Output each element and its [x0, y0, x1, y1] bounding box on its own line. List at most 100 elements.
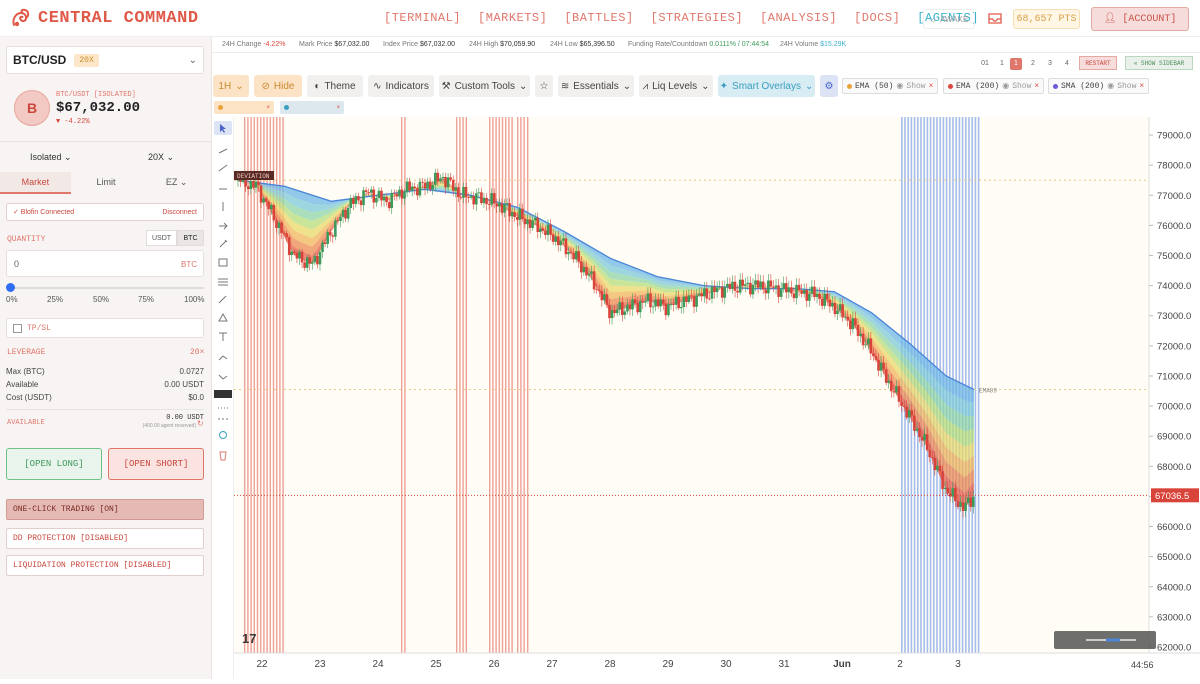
account-label: [ACCOUNT]	[1122, 13, 1177, 25]
candle-body	[400, 189, 404, 199]
arrow-tool-icon[interactable]	[214, 220, 232, 232]
awake-toggle[interactable]: ☼ AWAKE	[923, 9, 975, 29]
nav-terminal[interactable]: [TERMINAL]	[384, 11, 461, 25]
indicator-chip-ema50[interactable]: EMA (50) ◉ Show ×	[842, 78, 939, 94]
overlay-chip-blue[interactable]: ×	[280, 101, 344, 114]
restart-button[interactable]: RESTART	[1079, 56, 1117, 70]
dashed-line-tool-icon[interactable]	[214, 414, 232, 422]
indicators-button[interactable]: ∿ Indicators	[368, 75, 434, 97]
horizontal-line-tool-icon[interactable]	[214, 183, 232, 195]
show-sidebar-button[interactable]: « SHOW SIDEBAR	[1125, 56, 1193, 70]
brush-tool-icon[interactable]	[214, 293, 232, 305]
chart-canvas[interactable]: DEVIATION EMA89 79000.0 78000.0 77000.0 76000…	[234, 117, 1200, 679]
brand-logo[interactable]: CENTRAL COMMAND	[10, 7, 199, 29]
one-click-trading-toggle[interactable]: ONE-CLICK TRADING [ON]	[6, 499, 204, 520]
eye-icon[interactable]: ◉	[896, 81, 903, 91]
pct-0[interactable]: 0%	[6, 295, 18, 304]
pct-100[interactable]: 100%	[184, 295, 204, 304]
pct-50[interactable]: 50%	[93, 295, 109, 304]
candle-body	[351, 198, 355, 204]
tab-market[interactable]: Market	[0, 172, 71, 194]
account-button[interactable]: 👤︎ [ACCOUNT]	[1091, 7, 1189, 31]
close-icon[interactable]: ×	[336, 105, 340, 111]
open-long-button[interactable]: [OPEN LONG]	[6, 448, 102, 480]
brand-name: CENTRAL COMMAND	[38, 8, 199, 28]
margin-mode-select[interactable]: Isolated ⌄	[30, 152, 72, 163]
nav-battles[interactable]: [BATTLES]	[564, 11, 633, 25]
eye-icon[interactable]: ◉	[1002, 81, 1009, 91]
rectangle-tool-icon[interactable]	[214, 256, 232, 268]
triangle-tool-icon[interactable]	[214, 311, 232, 323]
unit-btc[interactable]: BTC	[177, 230, 204, 246]
leverage-select[interactable]: 20X ⌄	[148, 152, 174, 163]
tab-ez[interactable]: EZ ⌄	[141, 172, 212, 194]
candle-body	[956, 501, 960, 507]
trend-line-tool-icon[interactable]	[214, 147, 232, 159]
interval-select[interactable]: 1H ⌄	[213, 75, 249, 97]
open-short-button[interactable]: [OPEN SHORT]	[108, 448, 204, 480]
page-1-active[interactable]: 1	[1010, 58, 1022, 70]
liquidation-protection-toggle[interactable]: LIQUIDATION PROTECTION [DISABLED]	[6, 555, 204, 576]
vertical-line-tool-icon[interactable]	[214, 201, 232, 213]
page-2[interactable]: 2	[1027, 58, 1039, 70]
tpsl-toggle[interactable]: TP/SL	[6, 318, 204, 338]
magnet-tool-icon[interactable]	[214, 428, 232, 440]
close-icon[interactable]: ×	[266, 105, 270, 111]
path-tool-icon[interactable]	[214, 351, 232, 363]
liq-levels-button[interactable]: ⩘ Liq Levels ⌄	[639, 75, 713, 97]
dotted-line-tool-icon[interactable]	[214, 403, 232, 411]
theme-button[interactable]: ◐ Theme	[307, 75, 363, 97]
candle-body	[969, 497, 973, 507]
indicator-chip-ema200[interactable]: EMA (200) ◉ Show ×	[943, 78, 1045, 94]
close-icon[interactable]: ×	[1034, 82, 1039, 91]
star-icon[interactable]: ☆	[535, 75, 553, 97]
quantity-input[interactable]: 0 BTC	[6, 250, 204, 277]
inbox-icon[interactable]	[987, 11, 1003, 30]
page-1a[interactable]: 1	[996, 58, 1008, 70]
text-tool-icon[interactable]	[214, 329, 232, 341]
page-3[interactable]: 3	[1044, 58, 1056, 70]
page-4[interactable]: 4	[1061, 58, 1073, 70]
disconnect-link[interactable]: Disconnect	[162, 209, 197, 216]
eye-icon[interactable]: ◉	[1107, 81, 1114, 91]
close-icon[interactable]: ×	[929, 82, 934, 91]
nav-docs[interactable]: [DOCS]	[854, 11, 900, 25]
overlay-chip-orange[interactable]: ×	[214, 101, 274, 114]
dd-protection-toggle[interactable]: DD PROTECTION [DISABLED]	[6, 528, 204, 549]
candle-body	[925, 434, 929, 451]
refresh-icon[interactable]: ↻	[197, 419, 204, 428]
fib-tool-icon[interactable]	[214, 274, 232, 286]
nav-strategies[interactable]: [STRATEGIES]	[651, 11, 743, 25]
candle-body	[416, 188, 419, 196]
pct-25[interactable]: 25%	[47, 295, 63, 304]
tpsl-checkbox[interactable]	[13, 323, 22, 333]
ruler-tool-icon[interactable]	[214, 238, 232, 250]
cursor-tool-icon[interactable]	[214, 121, 232, 135]
nav-markets[interactable]: [MARKETS]	[478, 11, 547, 25]
line-tool-icon[interactable]	[214, 165, 232, 177]
unit-usdt[interactable]: USDT	[146, 230, 177, 246]
trash-icon[interactable]	[214, 447, 232, 461]
pair-selector[interactable]: BTC/USD 20X ⌄	[6, 46, 204, 74]
essentials-button[interactable]: ≋ Essentials ⌄	[558, 75, 634, 97]
tab-limit[interactable]: Limit	[71, 172, 142, 194]
size-slider[interactable]	[10, 287, 204, 289]
price-chart[interactable]: DEVIATION EMA89 79000.0 78000.0 77000.0 76000…	[234, 117, 1200, 679]
candle-body	[603, 294, 606, 301]
candle-body	[754, 280, 757, 285]
pct-75[interactable]: 75%	[138, 295, 154, 304]
custom-tools-button[interactable]: ⚒ Custom Tools ⌄	[439, 75, 530, 97]
points-badge[interactable]: 68,657 PTS	[1013, 9, 1080, 29]
smart-overlays-button[interactable]: ✦ Smart Overlays ⌄	[718, 75, 815, 97]
hide-button[interactable]: ⊘ Hide	[254, 75, 302, 97]
page-01[interactable]: 01	[979, 58, 991, 70]
nav-analysis[interactable]: [ANALYSIS]	[760, 11, 837, 25]
gear-icon[interactable]: ⚙	[820, 75, 838, 97]
curve-tool-icon[interactable]	[214, 369, 232, 381]
candle-body	[539, 228, 542, 233]
candle-body	[313, 255, 317, 263]
indicator-chip-sma200[interactable]: SMA (200) ◉ Show ×	[1048, 78, 1150, 94]
measure-tool-icon[interactable]	[214, 389, 232, 399]
close-icon[interactable]: ×	[1139, 82, 1144, 91]
size-slider-handle[interactable]	[6, 283, 15, 292]
